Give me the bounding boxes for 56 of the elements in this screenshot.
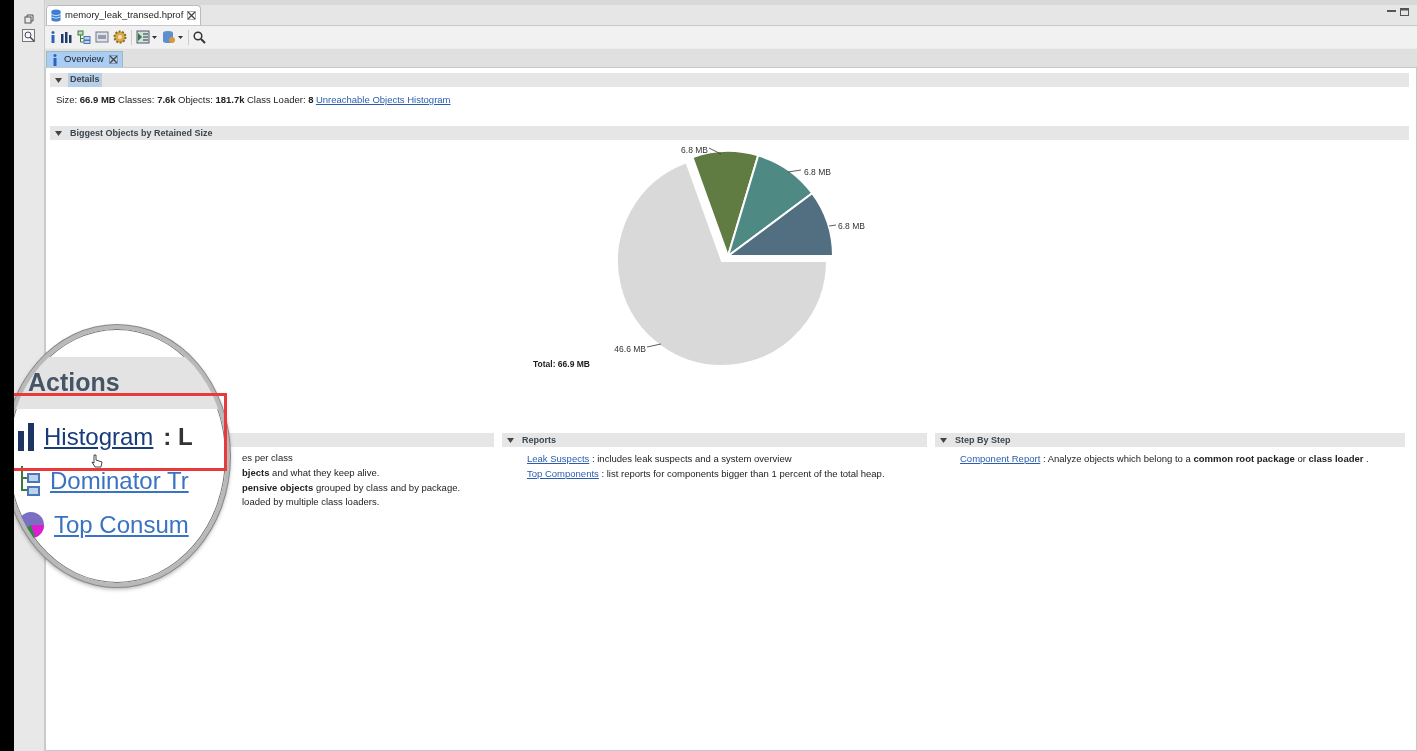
link[interactable]: Leak Suspects	[527, 453, 590, 465]
restore-icon[interactable]	[24, 14, 34, 24]
collapse-icon[interactable]	[940, 437, 947, 443]
stat-text: Size: 66.9 MB	[56, 93, 116, 107]
section-title: Actions	[28, 367, 120, 399]
database-dropdown-icon[interactable]	[162, 30, 184, 44]
value-label: 6.8 MB	[838, 221, 865, 232]
description-text: bjects and what they keep alive.	[242, 465, 381, 480]
leader-line	[828, 224, 837, 227]
database-icon	[51, 9, 61, 22]
description-text: Leak Suspects : includes leak suspects and a system overview	[527, 452, 793, 467]
search-icon[interactable]	[193, 30, 206, 44]
section-header[interactable]: Reports	[502, 433, 927, 448]
leader-line	[646, 343, 662, 348]
total-label: Total: 66.9 MB	[533, 359, 590, 370]
gear-icon[interactable]	[113, 30, 127, 44]
description-text: Top Components : list reports for components bigger than 1 percent of the total heap.	[527, 466, 886, 481]
link[interactable]: Unreachable Objects Histogram	[315, 93, 451, 108]
link[interactable]: Histogram	[44, 419, 154, 455]
collapse-icon[interactable]	[507, 437, 514, 443]
bar-chart-icon	[18, 423, 34, 451]
stat-text: Class Loader: 8	[246, 93, 314, 107]
info-icon	[51, 52, 59, 67]
close-icon[interactable]	[187, 11, 197, 20]
description-text: pensive objects grouped by class and by package.	[242, 480, 462, 495]
list-dropdown-icon[interactable]	[136, 30, 158, 44]
value-label: 6.8 MB	[804, 167, 831, 178]
tree-icon[interactable]	[77, 30, 91, 44]
bar-chart-icon[interactable]	[61, 31, 73, 43]
leader-line	[787, 169, 802, 173]
value-label: 6.8 MB	[681, 145, 708, 156]
section-title: Details	[68, 73, 102, 87]
hand-cursor-icon	[91, 454, 103, 468]
maximize-icon[interactable]	[1400, 8, 1409, 16]
collapse-icon[interactable]	[55, 130, 62, 136]
close-icon[interactable]	[108, 55, 118, 64]
description-text: es per class	[242, 451, 294, 466]
link[interactable]: Top Consum	[54, 507, 189, 543]
description-text: loaded by multiple class loaders.	[242, 495, 381, 510]
inspector-icon[interactable]	[22, 28, 36, 43]
link[interactable]: Component Report	[960, 453, 1041, 465]
info-icon[interactable]	[49, 30, 57, 44]
section-header[interactable]: Step By Step	[935, 433, 1405, 448]
section-header[interactable]: Details	[50, 73, 1409, 87]
leader-line	[708, 147, 722, 155]
overview-tab[interactable]: Overview	[46, 51, 123, 67]
collapse-icon[interactable]	[55, 77, 62, 83]
stat-text: Objects: 181.7k	[178, 93, 245, 107]
stat-text: Classes: 7.6k	[118, 93, 176, 107]
description-text: : L	[163, 422, 193, 452]
link[interactable]: Top Components	[527, 467, 599, 479]
editor-tab[interactable]: memory_leak_transed.hprof	[46, 5, 202, 25]
tree-icon	[18, 466, 40, 496]
value-label: 46.6 MB	[614, 344, 646, 355]
section-header[interactable]: Biggest Objects by Retained Size	[50, 126, 1409, 141]
description-text: Component Report : Analyze objects which belong to a common root package or class loader .	[960, 452, 1370, 467]
